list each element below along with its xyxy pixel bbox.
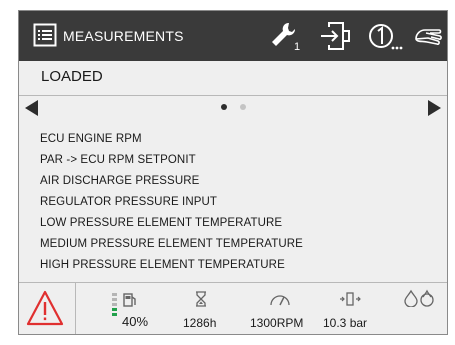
hourglass-icon <box>196 291 206 307</box>
status-bar: 40% 1286h 1300RPM 10.3 bar <box>19 283 447 334</box>
fuel-pump-icon <box>123 293 136 307</box>
load-bar-segment <box>112 298 117 301</box>
load-bar-segment <box>112 293 117 296</box>
gauge-icon <box>270 295 290 306</box>
list-item[interactable]: HIGH PRESSURE ELEMENT TEMPERATURE <box>40 255 303 276</box>
wrench-badge: 1 <box>294 41 300 53</box>
alarm-separator <box>75 283 76 334</box>
list-item[interactable]: PAR -> ECU RPM SETPONIT <box>40 150 303 171</box>
wrench-icon[interactable]: 1 <box>267 19 303 53</box>
engine-rpm: 1300RPM <box>250 316 304 330</box>
water-drops-icon <box>404 289 434 307</box>
previous-page-arrow-icon[interactable] <box>23 99 41 117</box>
load-bar-segment <box>112 313 117 316</box>
page-dot-inactive[interactable] <box>240 104 246 110</box>
hand-icon[interactable] <box>413 19 443 53</box>
next-page-arrow-icon[interactable] <box>425 99 443 117</box>
list-item[interactable]: ECU ENGINE RPM <box>40 129 303 150</box>
load-percentage: 40% <box>122 314 149 329</box>
door-enter-icon[interactable] <box>317 19 353 53</box>
circle-one-icon[interactable] <box>367 19 405 53</box>
warning-triangle-icon[interactable] <box>25 289 65 327</box>
controller-screen: MEASUREMENTS 1 LOADED ECU ENGINE RPM PAR… <box>18 10 448 335</box>
valve-icon <box>340 292 361 306</box>
list-item[interactable]: AIR DISCHARGE PRESSURE <box>40 171 303 192</box>
operating-state: LOADED <box>41 68 103 85</box>
list-item[interactable]: LOW PRESSURE ELEMENT TEMPERATURE <box>40 213 303 234</box>
page-dot-active[interactable] <box>221 104 227 110</box>
load-bar-segment <box>112 303 117 306</box>
state-divider <box>19 95 447 96</box>
list-item[interactable]: REGULATOR PRESSURE INPUT <box>40 192 303 213</box>
running-hours: 1286h <box>183 316 217 330</box>
measurement-list: ECU ENGINE RPM PAR -> ECU RPM SETPONIT A… <box>40 129 303 276</box>
top-bar: MEASUREMENTS 1 <box>19 11 447 61</box>
load-bar-segment <box>112 308 117 311</box>
load-level-bars <box>112 293 117 318</box>
discharge-pressure: 10.3 bar <box>323 316 368 330</box>
menu-icon[interactable] <box>33 23 57 47</box>
list-item[interactable]: MEDIUM PRESSURE ELEMENT TEMPERATURE <box>40 234 303 255</box>
page-title: MEASUREMENTS <box>63 28 184 44</box>
